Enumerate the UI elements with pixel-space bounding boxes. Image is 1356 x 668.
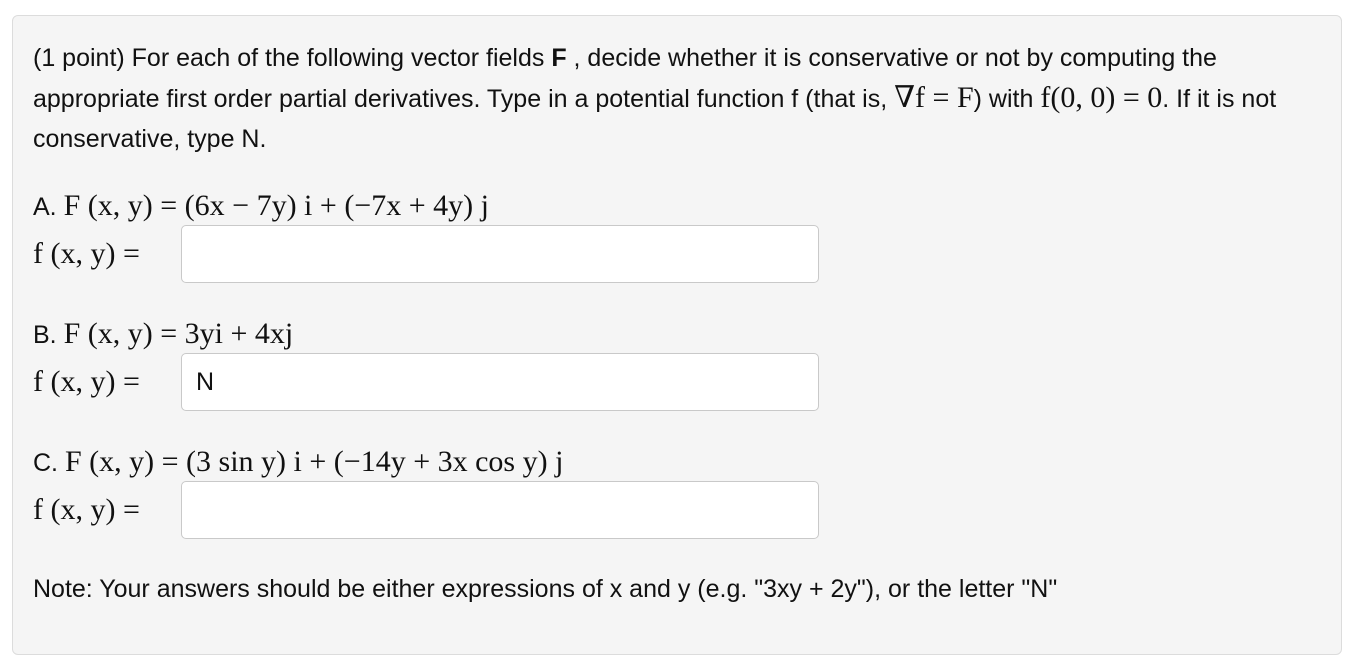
part-c-field: C. F (x, y) = (3 sin y) i + (−14y + 3x c… <box>33 442 563 483</box>
gradient-equation: ∇f = F <box>894 81 974 114</box>
part-b-label: B. <box>33 321 57 349</box>
answer-format-note: Note: Your answers should be either expr… <box>33 575 1058 603</box>
part-a-answer-input[interactable] <box>181 225 819 283</box>
problem-statement: (1 point) For each of the following vect… <box>33 38 1333 159</box>
part-a-equation: F (x, y) = (6x − 7y) i + (−7x + 4y) j <box>63 189 489 222</box>
part-b-answer-label: f (x, y) = <box>33 365 140 398</box>
part-a-answer-label: f (x, y) = <box>33 237 140 270</box>
problem-panel: (1 point) For each of the following vect… <box>12 15 1342 655</box>
part-c-equation: F (x, y) = (3 sin y) i + (−14y + 3x cos … <box>64 445 564 478</box>
part-c-label: C. <box>33 449 58 477</box>
part-b-equation: F (x, y) = 3yi + 4xj <box>63 317 294 350</box>
initial-condition: f(0, 0) = 0 <box>1040 81 1163 114</box>
intro-text-1: (1 point) For each of the following vect… <box>33 44 552 72</box>
part-a-field: A. F (x, y) = (6x − 7y) i + (−7x + 4y) j <box>33 186 489 227</box>
part-c-answer-label: f (x, y) = <box>33 493 140 526</box>
part-a-label: A. <box>33 193 57 221</box>
intro-vector-F: F <box>551 44 567 72</box>
part-b-answer-input[interactable] <box>181 353 819 411</box>
part-b-field: B. F (x, y) = 3yi + 4xj <box>33 314 293 355</box>
part-c-answer-input[interactable] <box>181 481 819 539</box>
intro-text-3: ) with <box>973 85 1041 113</box>
